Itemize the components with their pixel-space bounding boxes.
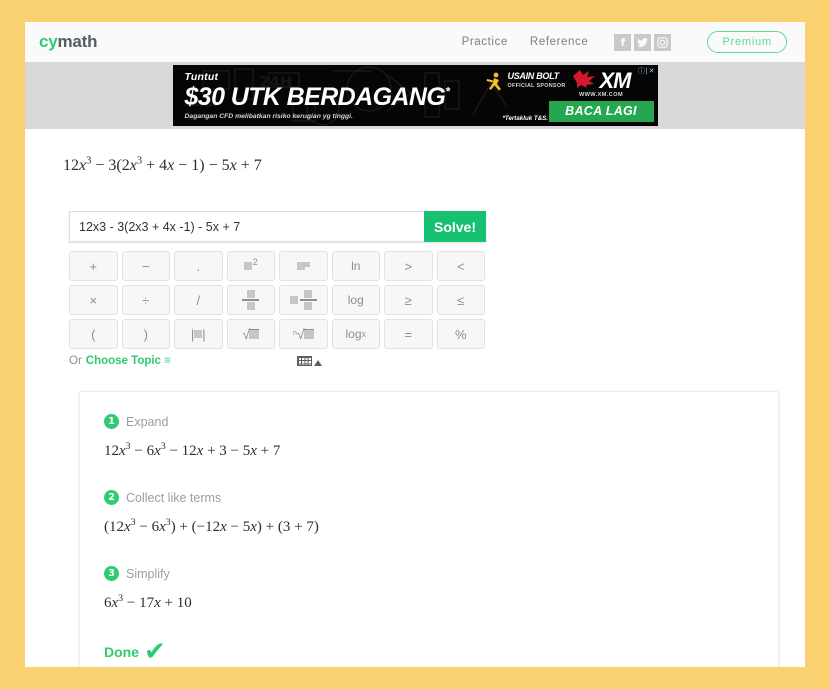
keyboard-toggle[interactable] (296, 356, 322, 366)
logo-math-text: math (57, 32, 98, 51)
key-close-paren[interactable]: ) (121, 319, 170, 349)
nav-link-practice[interactable]: Practice (462, 36, 508, 48)
step-number-badge: 1 (104, 414, 119, 429)
main-content: 12x3 − 3(2x3 + 4x − 1) − 5x + 7 Solve! +… (25, 129, 805, 667)
key-decimal[interactable]: . (174, 251, 223, 281)
step-title: Collect like terms (126, 490, 222, 505)
facebook-icon[interactable]: f (614, 33, 632, 51)
step-expression: 6x3 − 17x + 10 (104, 593, 192, 611)
ad-headline-asterisk: * (445, 84, 450, 99)
social-links: f (614, 33, 672, 51)
step-expression: (12x3 − 6x3) + (−12x − 5x) + (3 + 7) (104, 517, 319, 535)
ad-copy: Tuntut $30 UTK BERDAGANG* Dagangan CFD m… (173, 71, 450, 120)
key-slash[interactable]: / (174, 285, 223, 315)
input-area: Solve! + − . 2 ln > < × ÷ / (25, 175, 805, 367)
done-label: Done (104, 644, 139, 661)
done-row: Done ✔ (104, 637, 778, 667)
ad-brand-name: XM (599, 68, 632, 93)
key-greater-equal[interactable]: ≥ (384, 285, 433, 315)
ad-close-icon[interactable]: ⓘ|✕ (638, 66, 656, 76)
key-log[interactable]: log (331, 285, 380, 315)
key-percent[interactable]: % (436, 319, 485, 349)
keyboard-icon (296, 356, 312, 366)
ad-terms: *Tertakluk T&S. (502, 115, 549, 122)
site-logo[interactable]: cymath (39, 32, 98, 52)
key-power[interactable] (279, 251, 328, 281)
key-divide[interactable]: ÷ (121, 285, 170, 315)
key-absolute-value[interactable]: | | (174, 319, 223, 349)
nav-link-reference[interactable]: Reference (530, 36, 588, 48)
ad-kicker: Tuntut (184, 70, 219, 83)
key-square-root[interactable]: √ (226, 319, 275, 349)
key-less-equal[interactable]: ≤ (436, 285, 485, 315)
ad-strip: 24H Tuntut $30 UTK BERDAGANG* Dagangan C… (25, 62, 805, 129)
key-greater-than[interactable]: > (384, 251, 433, 281)
ad-banner[interactable]: 24H Tuntut $30 UTK BERDAGANG* Dagangan C… (172, 65, 658, 126)
ad-disclaimer: Dagangan CFD melibatkan risiko kerugian … (184, 113, 353, 121)
hamburger-icon: ≡ (164, 355, 171, 367)
step-header: 1 Expand (104, 414, 778, 429)
instagram-icon[interactable] (654, 33, 672, 51)
choose-topic-row: Or Choose Topic ≡ (69, 355, 486, 367)
solution-card: 1 Expand 12x3 − 6x3 − 12x + 3 − 5x + 7 2… (79, 391, 779, 667)
solve-button[interactable]: Solve! (424, 211, 486, 242)
solution-step: 3 Simplify 6x3 − 17x + 10 (104, 566, 778, 612)
keypad-row-2: × ÷ / log ≥ ≤ (69, 285, 486, 315)
ad-cta-button[interactable]: BACA LAGI (548, 101, 654, 122)
primary-navigation: Practice Reference f Premium (462, 31, 787, 53)
ad-headline: $30 UTK BERDAGANG* (185, 84, 450, 110)
key-plus[interactable]: + (69, 251, 118, 281)
bull-icon (572, 69, 598, 93)
key-ln[interactable]: ln (331, 251, 380, 281)
problem-expression-display: 12x3 − 3(2x3 + 4x − 1) − 5x + 7 (63, 155, 262, 174)
step-number-badge: 2 (104, 490, 119, 505)
ad-brand-url: WWW.XM.COM (578, 92, 624, 98)
key-minus[interactable]: − (121, 251, 170, 281)
key-square[interactable]: 2 (226, 251, 275, 281)
site-header: cymath Practice Reference f Premium (25, 22, 805, 62)
step-number-badge: 3 (104, 566, 119, 581)
step-title: Expand (126, 414, 169, 429)
step-title: Simplify (126, 566, 170, 581)
key-equals[interactable]: = (384, 319, 433, 349)
logo-cy-text: cy (39, 32, 58, 51)
key-less-than[interactable]: < (436, 251, 485, 281)
expression-input[interactable] (69, 211, 424, 242)
key-log-base-x[interactable]: log x (331, 319, 380, 349)
premium-button[interactable]: Premium (707, 31, 787, 53)
key-fraction[interactable] (226, 285, 275, 315)
choose-topic-label: Choose Topic (85, 355, 161, 367)
key-nth-root[interactable]: n √ (279, 319, 328, 349)
checkmark-icon: ✔ (144, 637, 166, 667)
twitter-icon[interactable] (634, 33, 652, 51)
step-header: 3 Simplify (104, 566, 778, 581)
solution-step: 2 Collect like terms (12x3 − 6x3) + (−12… (104, 490, 778, 536)
caret-up-icon (313, 360, 322, 366)
key-mixed-fraction[interactable] (279, 285, 328, 315)
or-label: Or (69, 355, 82, 367)
ad-brand-block: XM WWW.XM.COM BACA LAGI (548, 68, 654, 122)
math-keypad: + − . 2 ln > < × ÷ / log ≥ ≤ () | | √ n… (69, 251, 486, 349)
ad-headline-text: $30 UTK BERDAGANG (184, 82, 446, 111)
page-container: cymath Practice Reference f Premium 24H … (25, 22, 805, 667)
keypad-row-3: ( ) | | √ n √ log x = % (69, 319, 486, 349)
key-multiply[interactable]: × (69, 285, 118, 315)
runner-icon (485, 72, 505, 98)
choose-topic-link[interactable]: Choose Topic ≡ (86, 355, 171, 367)
step-header: 2 Collect like terms (104, 490, 778, 505)
expression-input-row: Solve! (69, 211, 486, 242)
step-expression: 12x3 − 6x3 − 12x + 3 − 5x + 7 (104, 441, 281, 459)
key-open-paren[interactable]: ( (69, 319, 118, 349)
keypad-row-1: + − . 2 ln > < (69, 251, 486, 281)
solution-step: 1 Expand 12x3 − 6x3 − 12x + 3 − 5x + 7 (104, 414, 778, 460)
